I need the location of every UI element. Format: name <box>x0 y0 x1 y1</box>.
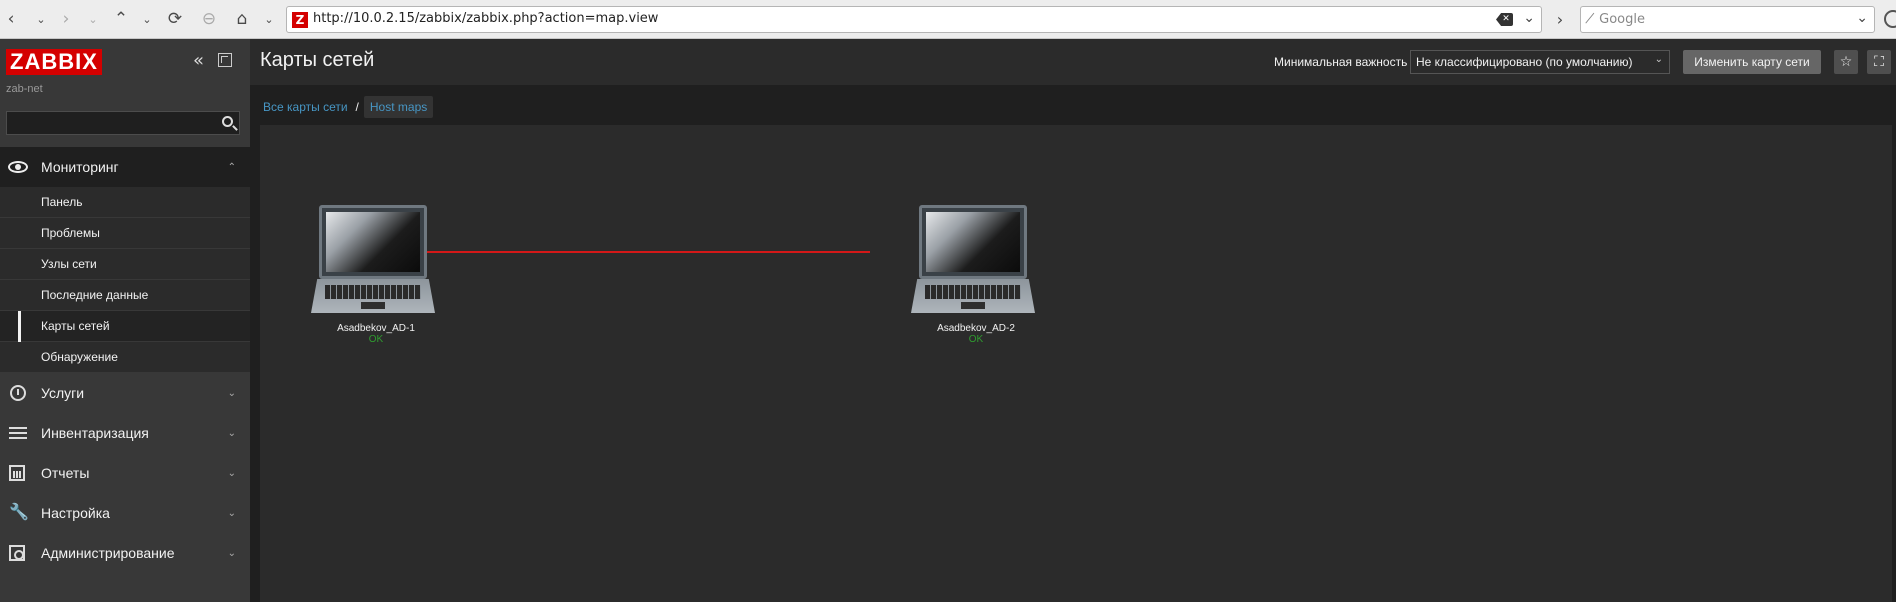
menu-administration[interactable]: Администрирование ⌄ <box>0 533 250 573</box>
menu-services-label: Услуги <box>41 385 85 401</box>
home-chevron-icon[interactable]: ⌄ <box>258 6 280 32</box>
chevron-down-icon: ⌄ <box>1654 54 1663 65</box>
menu-inventory[interactable]: Инвентаризация ⌄ <box>0 413 250 453</box>
forward-history-chevron-icon[interactable]: ⌄ <box>82 6 104 32</box>
browser-toolbar: ‹ ⌄ › ⌄ ⌃ ⌄ ⟳ ⊖ ⌂ ⌄ Z http://10.0.2.15/z… <box>0 0 1896 39</box>
submenu-item-maps[interactable]: Карты сетей <box>0 311 250 342</box>
submenu-item-label: Панель <box>41 195 83 209</box>
chevron-down-icon: ⌄ <box>227 387 236 399</box>
host-status-label: OK <box>968 334 984 345</box>
forward-icon[interactable]: › <box>55 6 77 32</box>
menu-configuration-label: Настройка <box>41 505 110 521</box>
map-link-line[interactable] <box>373 251 870 253</box>
collapse-sidebar-icon[interactable]: « <box>193 52 209 70</box>
back-icon[interactable]: ‹ <box>0 6 22 32</box>
min-severity-select[interactable]: Не классифицировано (по умолчанию) ⌄ <box>1410 50 1670 74</box>
page-header: Карты сетей Минимальная важность Не клас… <box>250 39 1896 85</box>
submenu-item-label: Узлы сети <box>41 257 97 271</box>
reload-icon[interactable]: ⟳ <box>164 6 186 32</box>
min-severity-label: Минимальная важность <box>1274 55 1408 69</box>
submenu-item-problems[interactable]: Проблемы <box>0 218 250 249</box>
url-text[interactable]: http://10.0.2.15/zabbix/zabbix.php?actio… <box>313 11 658 26</box>
kiosk-mode-icon[interactable] <box>218 53 232 67</box>
back-history-chevron-icon[interactable]: ⌄ <box>30 6 52 32</box>
menu-reports[interactable]: Отчеты ⌄ <box>0 453 250 493</box>
chevron-down-icon: ⌄ <box>227 467 236 479</box>
server-name: zab-net <box>6 83 43 95</box>
up-icon[interactable]: ⌃ <box>110 6 132 32</box>
zabbix-logo[interactable]: ZABBIX <box>6 49 102 75</box>
chevron-up-icon: ⌃ <box>227 161 236 173</box>
monitoring-submenu: Панель Проблемы Узлы сети Последние данн… <box>0 187 250 373</box>
submenu-item-label: Обнаружение <box>41 350 118 364</box>
submenu-item-label: Последние данные <box>41 288 149 302</box>
search-engine-dropdown-icon[interactable]: ⌄ <box>1856 10 1868 26</box>
eye-icon <box>8 161 28 173</box>
clock-icon <box>10 385 26 401</box>
up-history-chevron-icon[interactable]: ⌄ <box>136 6 158 32</box>
chevron-down-icon: ⌄ <box>227 547 236 559</box>
host-name-label: Asadbekov_AD-1 <box>337 323 415 334</box>
web-search-input[interactable]: ̸ Google ⌄ <box>1580 6 1875 33</box>
reload-edge-icon[interactable] <box>1884 10 1896 28</box>
gear-icon <box>9 545 25 561</box>
url-history-dropdown-icon[interactable]: ⌄ <box>1523 10 1535 26</box>
clear-url-icon[interactable]: ✕ <box>1496 13 1513 26</box>
search-icon[interactable] <box>222 116 233 127</box>
menu-services[interactable]: Услуги ⌄ <box>0 373 250 413</box>
chevron-down-icon: ⌄ <box>227 427 236 439</box>
menu-inventory-label: Инвентаризация <box>41 425 149 441</box>
wrench-icon: 🔧 <box>9 504 29 521</box>
menu-monitoring[interactable]: Мониторинг ⌃ <box>0 147 250 187</box>
submenu-item-dashboard[interactable]: Панель <box>0 187 250 218</box>
breadcrumb-all-maps-link[interactable]: Все карты сети <box>260 100 351 114</box>
web-search-placeholder: ̸ Google <box>1595 12 1645 27</box>
submenu-item-latest-data[interactable]: Последние данные <box>0 280 250 311</box>
map-host[interactable]: Asadbekov_AD-1 OK <box>311 205 441 345</box>
chevron-down-icon: ⌄ <box>227 507 236 519</box>
edit-map-button[interactable]: Изменить карту сети <box>1683 50 1821 74</box>
favorite-star-icon[interactable]: ☆ <box>1834 50 1858 74</box>
sidebar-search-input[interactable] <box>6 111 240 135</box>
zabbix-favicon-icon: Z <box>292 12 308 28</box>
report-icon <box>9 465 25 481</box>
fullscreen-icon[interactable]: ⛶ <box>1867 50 1891 74</box>
breadcrumb-current-map[interactable]: Host maps <box>363 96 434 118</box>
menu-configuration[interactable]: 🔧 Настройка ⌄ <box>0 493 250 533</box>
main-menu: Мониторинг ⌃ Панель Проблемы Узлы сети П… <box>0 147 250 573</box>
sidebar: ZABBIX « zab-net Мониторинг ⌃ Панель Про… <box>0 39 250 602</box>
submenu-item-label: Карты сетей <box>41 319 110 333</box>
map-host[interactable]: Asadbekov_AD-2 OK <box>911 205 1041 345</box>
host-name-label: Asadbekov_AD-2 <box>937 323 1015 334</box>
menu-reports-label: Отчеты <box>41 465 90 481</box>
laptop-icon <box>911 205 1041 317</box>
home-icon[interactable]: ⌂ <box>231 6 253 32</box>
go-icon[interactable]: › <box>1550 6 1570 32</box>
min-severity-value: Не классифицировано (по умолчанию) <box>1416 55 1633 69</box>
submenu-item-hosts[interactable]: Узлы сети <box>0 249 250 280</box>
breadcrumb-separator: / <box>355 100 359 114</box>
url-bar[interactable]: Z http://10.0.2.15/zabbix/zabbix.php?act… <box>286 6 1542 33</box>
menu-monitoring-label: Мониторинг <box>41 159 119 175</box>
main-content: Карты сетей Минимальная важность Не клас… <box>250 39 1896 602</box>
submenu-item-discovery[interactable]: Обнаружение <box>0 342 250 373</box>
submenu-item-label: Проблемы <box>41 226 100 240</box>
breadcrumb: Все карты сети / Host maps <box>260 95 434 119</box>
host-status-label: OK <box>368 334 384 345</box>
menu-administration-label: Администрирование <box>41 545 175 561</box>
network-map: Asadbekov_AD-1 OK Asadbekov_AD-2 OK <box>260 125 1892 602</box>
stop-icon[interactable]: ⊖ <box>198 6 220 32</box>
laptop-icon <box>311 205 441 317</box>
list-icon <box>9 427 27 439</box>
page-title: Карты сетей <box>260 49 375 71</box>
